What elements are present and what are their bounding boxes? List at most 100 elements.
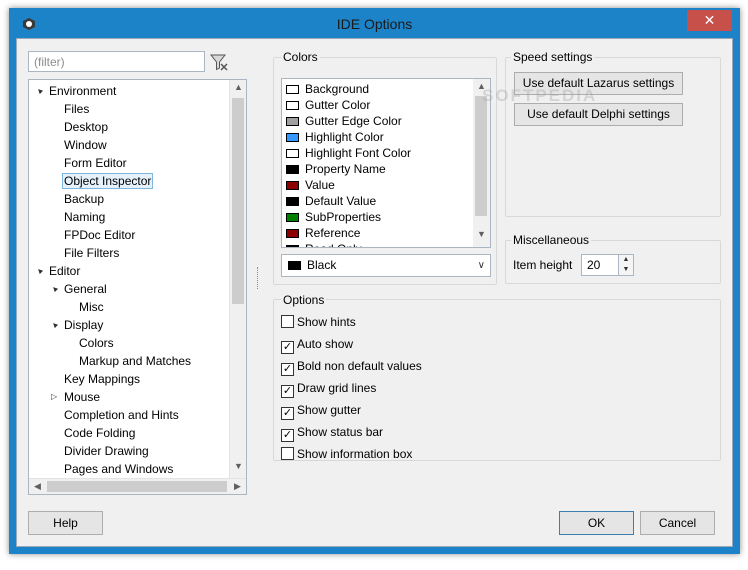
- tree-item-label: Display: [64, 318, 104, 332]
- scroll-down-icon[interactable]: ▼: [230, 461, 246, 471]
- checkmark-icon[interactable]: ✓: [281, 385, 294, 398]
- color-list-item[interactable]: Read Only: [286, 241, 362, 247]
- collapse-icon[interactable]: ▲: [49, 283, 61, 295]
- collapse-icon[interactable]: ▲: [34, 85, 46, 97]
- ok-button[interactable]: OK: [559, 511, 634, 535]
- cancel-button[interactable]: Cancel: [640, 511, 715, 535]
- scroll-left-icon[interactable]: ◀: [29, 481, 46, 492]
- scroll-up-icon[interactable]: ▲: [230, 82, 246, 92]
- spin-down-icon[interactable]: ▼: [619, 265, 633, 275]
- tree-item[interactable]: Colors: [77, 334, 116, 352]
- tree-item[interactable]: Files: [62, 100, 91, 118]
- option-checkbox[interactable]: ✓ Show gutter: [281, 402, 361, 420]
- use-delphi-settings-button[interactable]: Use default Delphi settings: [514, 103, 683, 126]
- checkmark-icon[interactable]: ✓: [281, 429, 294, 442]
- tree-item[interactable]: Naming: [62, 208, 107, 226]
- tree-vertical-scrollbar[interactable]: ▲ ▼: [229, 80, 246, 479]
- color-item-label: SubProperties: [305, 210, 382, 224]
- tree-scroll-thumb[interactable]: [232, 98, 244, 304]
- color-list-item[interactable]: Highlight Font Color: [286, 145, 411, 161]
- color-list-item[interactable]: SubProperties: [286, 209, 381, 225]
- tree-item[interactable]: File Filters: [62, 244, 121, 262]
- tree-item[interactable]: Key Mappings: [62, 370, 142, 388]
- scroll-right-icon[interactable]: ▶: [229, 481, 246, 492]
- option-checkbox[interactable]: Show information box: [281, 446, 412, 464]
- tree-item[interactable]: ▲ Editor: [34, 262, 82, 280]
- tree-item-label: Naming: [64, 210, 106, 224]
- option-checkbox[interactable]: ✓ Show status bar: [281, 424, 383, 442]
- softpedia-watermark: SOFTPEDIA: [482, 86, 598, 105]
- option-label: Show status bar: [297, 425, 384, 439]
- tree-item[interactable]: Divider Drawing: [62, 442, 151, 460]
- clear-filter-icon[interactable]: [209, 52, 229, 72]
- tree-item[interactable]: Desktop: [62, 118, 110, 136]
- close-button[interactable]: ✕: [687, 10, 732, 31]
- tree-hscroll-thumb[interactable]: [47, 481, 227, 492]
- color-swatch: [286, 133, 299, 142]
- tree-item[interactable]: Pages and Windows: [62, 460, 175, 478]
- color-list-item[interactable]: Highlight Color: [286, 129, 384, 145]
- ide-options-window: IDE Options ✕ (filter) ▲ Environment Files…: [9, 8, 740, 554]
- tree-item[interactable]: ▲ General: [49, 280, 109, 298]
- tree-item[interactable]: Form Editor: [62, 154, 129, 172]
- tree-item-label: Form Editor: [64, 156, 127, 170]
- help-button[interactable]: Help: [28, 511, 103, 535]
- option-checkbox[interactable]: ✓ Bold non default values: [281, 358, 422, 376]
- speed-settings-title: Speed settings: [511, 50, 595, 64]
- option-checkbox[interactable]: ✓ Draw grid lines: [281, 380, 376, 398]
- tree-item[interactable]: Object Inspector: [62, 172, 154, 190]
- tree-item[interactable]: Window: [62, 136, 109, 154]
- item-height-label: Item height: [513, 258, 573, 272]
- item-height-spinner[interactable]: ▲ ▼: [618, 254, 634, 276]
- checkmark-icon[interactable]: ✓: [281, 341, 294, 354]
- item-height-input[interactable]: 20: [581, 254, 619, 276]
- expand-icon[interactable]: ▷: [51, 393, 59, 401]
- color-list-item[interactable]: Gutter Edge Color: [286, 113, 402, 129]
- tree-item-label: Environment: [49, 84, 117, 98]
- collapse-icon[interactable]: ▲: [34, 265, 46, 277]
- color-swatch: [286, 229, 299, 238]
- tree-item[interactable]: ▷ Mouse: [51, 388, 102, 406]
- scroll-down-icon[interactable]: ▼: [473, 229, 490, 239]
- option-label: Show information box: [297, 447, 413, 461]
- selected-color-label: Black: [307, 258, 337, 272]
- tree-item[interactable]: Markup and Matches: [77, 352, 193, 370]
- color-swatch: [286, 181, 299, 190]
- color-list-item[interactable]: Background: [286, 81, 369, 97]
- color-list-item[interactable]: Default Value: [286, 193, 376, 209]
- color-item-label: Highlight Font Color: [305, 146, 412, 160]
- tree-horizontal-scrollbar[interactable]: ◀ ▶: [29, 478, 246, 494]
- options-tree[interactable]: ▲ Environment Files Desktop Window Form Edito…: [28, 79, 247, 495]
- tree-item[interactable]: FPDoc Editor: [62, 226, 137, 244]
- option-checkbox[interactable]: Show hints: [281, 314, 356, 332]
- checkbox-empty-icon[interactable]: [281, 447, 294, 460]
- tree-item[interactable]: Misc: [77, 298, 106, 316]
- panel-splitter[interactable]: [257, 267, 260, 289]
- color-list-item[interactable]: Value: [286, 177, 335, 193]
- color-swatch: [286, 85, 299, 94]
- colors-scroll-thumb[interactable]: [475, 96, 487, 216]
- title-bar[interactable]: IDE Options ✕: [9, 8, 740, 38]
- colors-listbox[interactable]: Background Gutter Color Gutter Edge Color H…: [281, 78, 491, 248]
- options-group-title: Options: [281, 293, 327, 307]
- color-list-item[interactable]: Property Name: [286, 161, 386, 177]
- tree-item-label: Completion and Hints: [64, 408, 179, 422]
- tree-item[interactable]: Backup: [62, 190, 106, 208]
- tree-item[interactable]: Code Folding: [62, 424, 137, 442]
- tree-item[interactable]: ▲ Environment: [34, 82, 118, 100]
- color-item-label: Value: [305, 178, 335, 192]
- spin-up-icon[interactable]: ▲: [619, 255, 633, 265]
- tree-item[interactable]: ▲ Display: [49, 316, 105, 334]
- window-title: IDE Options: [336, 16, 413, 32]
- color-select[interactable]: Black ∨: [281, 254, 491, 277]
- option-checkbox[interactable]: ✓ Auto show: [281, 336, 353, 354]
- color-list-item[interactable]: Reference: [286, 225, 360, 241]
- checkmark-icon[interactable]: ✓: [281, 407, 294, 420]
- collapse-icon[interactable]: ▲: [49, 319, 61, 331]
- checkbox-empty-icon[interactable]: [281, 315, 294, 328]
- checkmark-icon[interactable]: ✓: [281, 363, 294, 376]
- color-list-item[interactable]: Gutter Color: [286, 97, 370, 113]
- tree-item[interactable]: Completion and Hints: [62, 406, 181, 424]
- color-swatch: [286, 213, 299, 222]
- filter-input[interactable]: (filter): [28, 51, 205, 72]
